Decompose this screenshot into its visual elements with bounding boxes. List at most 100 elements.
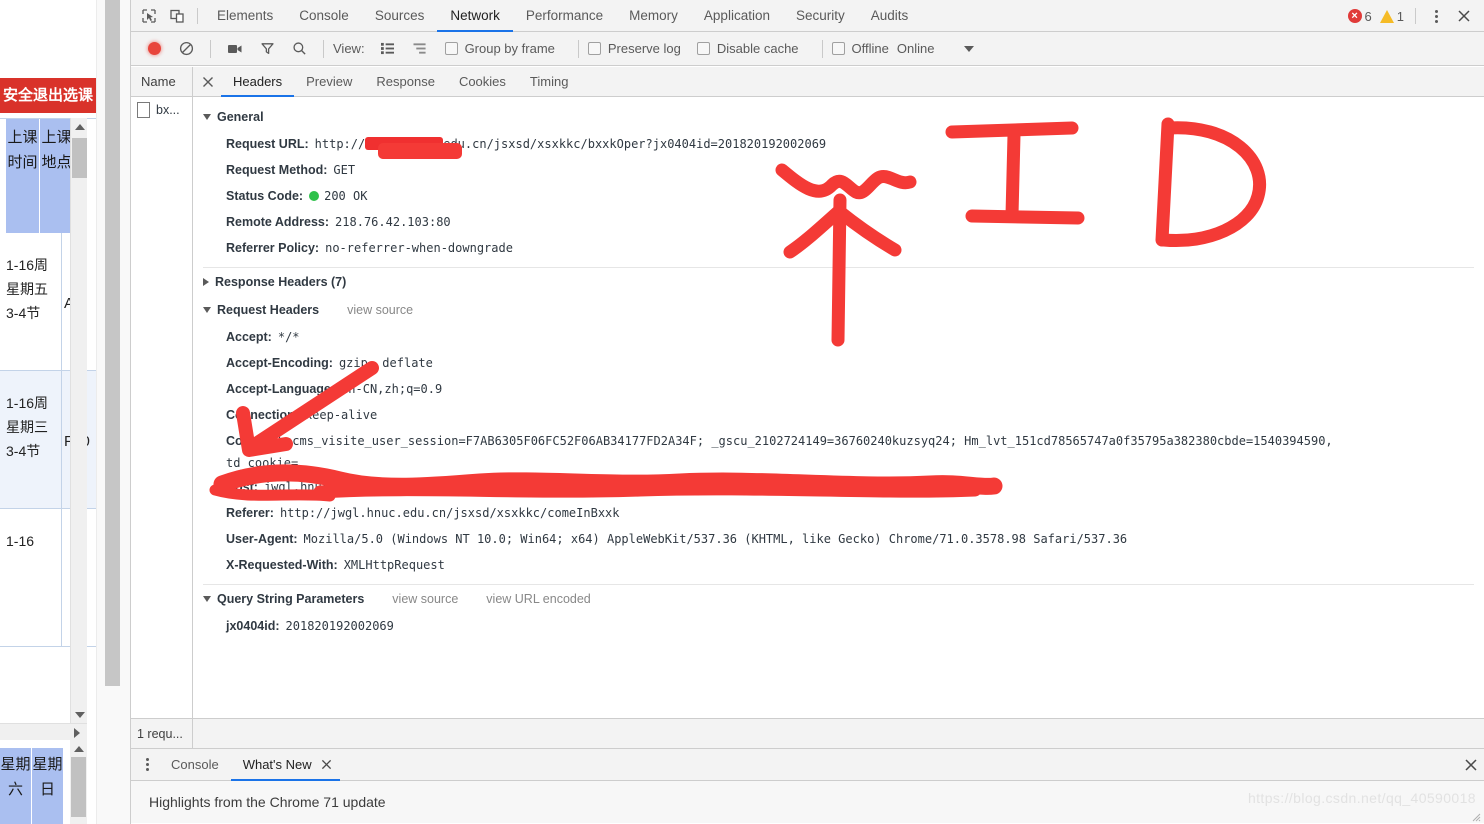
close-drawer-icon[interactable] — [1464, 749, 1478, 781]
tab-performance[interactable]: Performance — [513, 0, 616, 32]
warning-count-badge[interactable]: 1 — [1377, 9, 1407, 24]
header-row-cookie: Cookie: bocms_visite_user_session=F7AB63… — [193, 428, 1484, 454]
header-row-accept-encoding: Accept-Encoding: gzip, deflate — [193, 350, 1484, 376]
tab-response[interactable]: Response — [364, 67, 447, 97]
list-view-icon[interactable] — [373, 36, 403, 62]
close-devtools-icon[interactable] — [1450, 3, 1478, 29]
drawer-tab-label: What's New — [242, 757, 312, 772]
section-query-string-header[interactable]: Query String Parameters view source view… — [193, 585, 1484, 613]
watermark-text: https://blog.csdn.net/qq_40590018 — [1247, 790, 1476, 806]
view-source-link[interactable]: view source — [392, 592, 458, 606]
field-label: Status Code: — [226, 189, 304, 203]
chevron-right-icon[interactable] — [203, 278, 209, 286]
section-response-headers-title: Response Headers (7) — [215, 275, 347, 289]
checkbox-box[interactable] — [696, 42, 710, 55]
general-row-request-url: Request URL: http:// edu.cn/jsxsd/xsxkkc/… — [193, 131, 1484, 157]
checkbox-box[interactable] — [587, 42, 601, 55]
checkbox-box[interactable] — [444, 42, 458, 55]
exit-course-selection-button[interactable]: 安全退出选课 — [0, 78, 96, 113]
page-horizontal-scrollbar[interactable] — [0, 723, 87, 740]
redaction-mark — [365, 137, 444, 150]
section-general-header[interactable]: General — [193, 103, 1484, 131]
browser-window-scrollbar[interactable] — [96, 0, 130, 824]
column-header-saturday: 星期六 — [0, 748, 32, 824]
document-icon — [137, 102, 150, 118]
tab-memory[interactable]: Memory — [616, 0, 691, 32]
status-code-text: 200 OK — [324, 189, 368, 203]
toolbar-divider — [323, 39, 324, 58]
tab-preview[interactable]: Preview — [294, 67, 364, 97]
resize-grip-icon[interactable] — [1471, 812, 1481, 822]
tab-audits[interactable]: Audits — [858, 0, 922, 32]
drawer-tab-console[interactable]: Console — [159, 749, 231, 781]
tab-headers[interactable]: Headers — [221, 67, 294, 97]
header-row-accept: Accept: */* — [193, 324, 1484, 350]
close-detail-icon[interactable] — [195, 67, 221, 97]
close-icon[interactable] — [321, 759, 332, 770]
devtools-main-menu-icon[interactable] — [1424, 3, 1448, 29]
checkbox-preserve-log[interactable]: Preserve log — [587, 41, 681, 56]
inspect-cursor-icon[interactable] — [135, 3, 163, 29]
scroll-down-arrow-icon[interactable] — [71, 706, 88, 723]
request-list-row[interactable]: bx... — [131, 97, 192, 123]
view-url-encoded-link[interactable]: view URL encoded — [486, 592, 590, 606]
record-button-icon[interactable] — [139, 36, 169, 62]
query-row-jx0404id: jx0404id: 201820192002069 — [193, 613, 1484, 639]
tab-cookies[interactable]: Cookies — [447, 67, 518, 97]
filter-funnel-icon[interactable] — [252, 36, 282, 62]
checkbox-label: Group by frame — [464, 41, 555, 56]
chevron-down-icon[interactable] — [964, 45, 975, 52]
chevron-down-icon[interactable] — [203, 596, 211, 602]
scroll-right-arrow-icon[interactable] — [68, 724, 85, 741]
checkbox-label: Preserve log — [607, 41, 681, 56]
field-label: Connection: — [226, 408, 299, 422]
section-response-headers-header[interactable]: Response Headers (7) — [193, 268, 1484, 296]
scroll-up-arrow-icon[interactable] — [70, 740, 87, 757]
checkbox-disable-cache[interactable]: Disable cache — [696, 41, 799, 56]
error-icon: × — [1347, 9, 1362, 23]
page-vertical-scrollbar-secondary[interactable] — [70, 740, 87, 824]
waterfall-view-icon[interactable] — [405, 36, 435, 62]
field-value: jwgl.hnuc.edu.cn — [263, 480, 380, 494]
request-list-column-header[interactable]: Name — [131, 67, 192, 97]
checkbox-label: Disable cache — [716, 41, 799, 56]
request-detail-pane: Headers Preview Response Cookies Timing … — [193, 67, 1484, 718]
drawer-menu-icon[interactable] — [135, 752, 159, 778]
drawer-tab-whats-new[interactable]: What's New — [231, 749, 340, 781]
chevron-down-icon[interactable] — [203, 114, 211, 120]
section-request-headers-header[interactable]: Request Headers view source — [193, 296, 1484, 324]
tab-security[interactable]: Security — [783, 0, 858, 32]
scrollbar-thumb[interactable] — [105, 0, 120, 686]
checkbox-box[interactable] — [831, 42, 845, 55]
page-vertical-scrollbar[interactable] — [70, 118, 87, 723]
field-label: jx0404id: — [226, 619, 280, 633]
device-toolbar-icon[interactable] — [163, 3, 191, 29]
request-name-label: bx... — [156, 103, 180, 117]
header-row-connection: Connection: keep-alive — [193, 402, 1484, 428]
throttling-select[interactable]: Online — [897, 41, 975, 56]
tab-sources[interactable]: Sources — [362, 0, 438, 32]
tab-console[interactable]: Console — [286, 0, 362, 32]
column-header-class-time: 上课时间 — [6, 119, 40, 233]
scrollbar-thumb[interactable] — [72, 138, 87, 178]
camera-icon[interactable] — [220, 36, 250, 62]
checkbox-group-by-frame[interactable]: Group by frame — [444, 41, 555, 56]
clear-icon[interactable] — [171, 36, 201, 62]
tab-network[interactable]: Network — [437, 0, 513, 32]
column-header-class-place: 上课地点 — [40, 119, 74, 233]
header-row-x-requested-with: X-Requested-With: XMLHttpRequest — [193, 552, 1484, 578]
tab-timing[interactable]: Timing — [518, 67, 581, 97]
tab-application[interactable]: Application — [691, 0, 783, 32]
header-row-user-agent: User-Agent: Mozilla/5.0 (Windows NT 10.0… — [193, 526, 1484, 552]
chevron-down-icon[interactable] — [203, 307, 211, 313]
error-count-badge[interactable]: × 6 — [1345, 9, 1375, 24]
tab-elements[interactable]: Elements — [204, 0, 286, 32]
view-source-link[interactable]: view source — [347, 303, 413, 317]
scrollbar-thumb[interactable] — [71, 757, 86, 817]
scroll-up-arrow-icon[interactable] — [71, 118, 88, 135]
field-value: td_cookie= — [226, 456, 299, 470]
checkbox-offline[interactable]: Offline — [831, 41, 889, 56]
search-icon[interactable] — [284, 36, 314, 62]
general-row-remote-address: Remote Address: 218.76.42.103:80 — [193, 209, 1484, 235]
drawer-tabstrip: Console What's New — [131, 749, 1484, 781]
